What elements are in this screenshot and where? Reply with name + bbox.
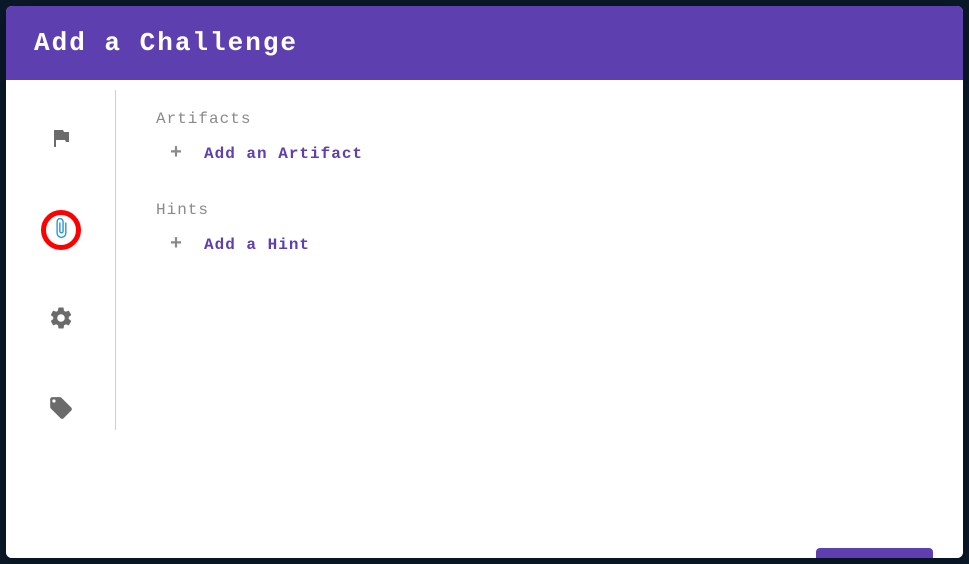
modal-footer: CANCEL CONFIRM <box>6 530 963 558</box>
tab-tags[interactable] <box>41 390 81 430</box>
attachment-icon <box>50 217 72 244</box>
modal-header: Add a Challenge <box>6 6 963 80</box>
add-hint-label: Add a Hint <box>204 236 310 254</box>
add-challenge-modal: Add a Challenge <box>6 6 963 558</box>
tab-flag[interactable] <box>41 120 81 160</box>
plus-icon: + <box>166 233 186 256</box>
add-artifact-label: Add an Artifact <box>204 145 363 163</box>
tab-settings[interactable] <box>41 300 81 340</box>
flag-icon <box>49 126 73 155</box>
tab-attachments[interactable] <box>41 210 81 250</box>
modal-title: Add a Challenge <box>34 28 298 58</box>
cancel-button[interactable]: CANCEL <box>692 548 798 558</box>
gear-icon <box>48 305 74 336</box>
hints-label: Hints <box>156 201 923 219</box>
tag-icon <box>48 395 74 426</box>
artifacts-label: Artifacts <box>156 110 923 128</box>
add-hint-button[interactable]: + Add a Hint <box>156 233 923 256</box>
plus-icon: + <box>166 142 186 165</box>
content-area: Artifacts + Add an Artifact Hints + Add … <box>116 80 963 530</box>
modal-body: Artifacts + Add an Artifact Hints + Add … <box>6 80 963 530</box>
add-artifact-button[interactable]: + Add an Artifact <box>156 142 923 165</box>
side-tabs <box>6 90 116 430</box>
confirm-button[interactable]: CONFIRM <box>816 548 933 558</box>
